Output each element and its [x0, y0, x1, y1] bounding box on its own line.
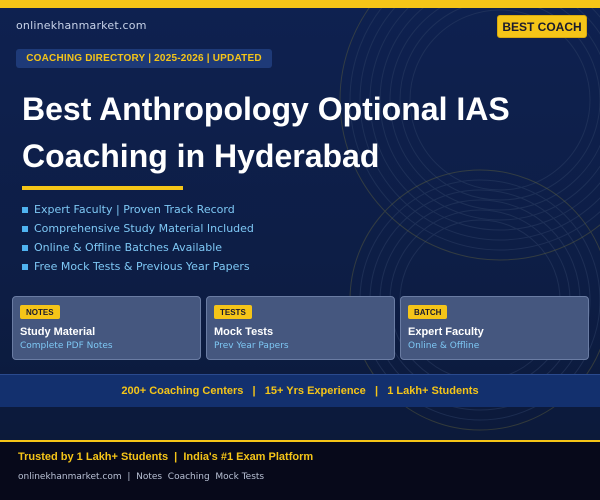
bullet-icon: [22, 206, 28, 213]
card-subtitle: Online & Offline: [408, 341, 480, 351]
card-title: Study Material: [20, 326, 96, 338]
feature-text: Comprehensive Study Material Included: [34, 222, 254, 235]
card-title: Mock Tests: [214, 326, 274, 338]
card-notes[interactable]: NOTES Study Material Complete PDF Notes: [12, 296, 201, 360]
card-tag: NOTES: [20, 305, 60, 319]
footer: Trusted by 1 Lakh+ Students | India's #1…: [0, 440, 600, 500]
feature-item: Expert Faculty | Proven Track Record: [22, 200, 254, 219]
card-tag: BATCH: [408, 305, 448, 319]
footer-links[interactable]: onlinekhanmarket.com | Notes Coaching Mo…: [18, 472, 264, 482]
page-title: Best Anthropology Optional IAS Coaching …: [22, 86, 582, 180]
feature-text: Expert Faculty | Proven Track Record: [34, 203, 235, 216]
footer-trusted: Trusted by 1 Lakh+ Students | India's #1…: [18, 451, 314, 463]
bullet-icon: [22, 225, 28, 232]
title-underline: [22, 186, 183, 190]
site-name[interactable]: onlinekhanmarket.com: [16, 19, 147, 32]
card-subtitle: Prev Year Papers: [214, 341, 289, 351]
feature-item: Free Mock Tests & Previous Year Papers: [22, 257, 254, 276]
directory-tag: COACHING DIRECTORY | 2025-2026 | UPDATED: [16, 49, 272, 68]
feature-text: Online & Offline Batches Available: [34, 241, 223, 254]
feature-text: Free Mock Tests & Previous Year Papers: [34, 260, 250, 273]
card-tag: TESTS: [214, 305, 252, 319]
feature-item: Online & Offline Batches Available: [22, 238, 254, 257]
banner: onlinekhanmarket.com BEST COACH COACHING…: [0, 0, 600, 500]
top-accent-stripe: [0, 0, 600, 8]
card-tests[interactable]: TESTS Mock Tests Prev Year Papers: [206, 296, 395, 360]
feature-list: Expert Faculty | Proven Track Record Com…: [22, 200, 254, 276]
feature-item: Comprehensive Study Material Included: [22, 219, 254, 238]
card-title: Expert Faculty: [408, 326, 484, 338]
title-line-1: Best Anthropology Optional IAS: [22, 91, 510, 127]
stats-bar: 200+ Coaching Centers | 15+ Yrs Experien…: [0, 374, 600, 407]
card-batch[interactable]: BATCH Expert Faculty Online & Offline: [400, 296, 589, 360]
bullet-icon: [22, 244, 28, 251]
title-line-2: Coaching in Hyderabad: [22, 138, 380, 174]
best-coach-badge: BEST COACH: [497, 15, 587, 38]
card-subtitle: Complete PDF Notes: [20, 341, 113, 351]
bullet-icon: [22, 263, 28, 270]
